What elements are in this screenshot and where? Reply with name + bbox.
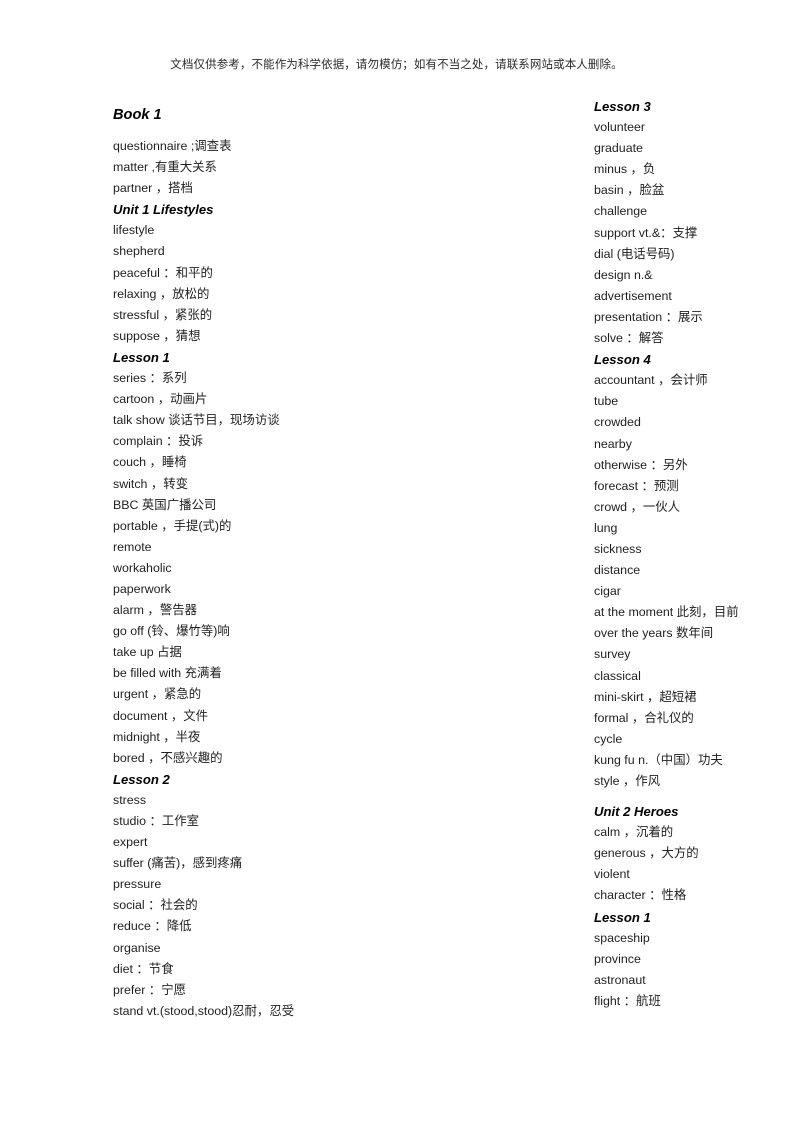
vocabulary-entry: midnight ，半夜 xyxy=(113,729,201,744)
vocabulary-entry: be filled with 充满着 xyxy=(113,666,222,681)
vocabulary-entry: stressful ，紧张的 xyxy=(113,307,213,322)
vocabulary-entry: urgent ，紧急的 xyxy=(113,687,202,702)
vocabulary-entry: relaxing ，放松的 xyxy=(113,286,210,301)
vocabulary-entry: sickness xyxy=(594,541,642,556)
section-heading: Unit 2 Heroes xyxy=(594,804,679,820)
vocabulary-entry: graduate xyxy=(594,141,643,156)
vocabulary-entry: cigar xyxy=(594,584,621,599)
vocabulary-entry: switch ，转变 xyxy=(113,476,189,491)
vocabulary-entry: nearby xyxy=(594,436,632,451)
vocabulary-entry: tube xyxy=(594,394,619,409)
vocabulary-entry: kung fu n.（中国）功夫 xyxy=(594,752,723,767)
vocabulary-entry: talk show 谈话节目，现场访谈 xyxy=(113,413,280,428)
vocabulary-entry: workaholic xyxy=(113,560,172,575)
left-column: Book 1 questionnaire ;调查表 matter ,有重大关系 par… xyxy=(0,104,298,1022)
vocabulary-entry: organise xyxy=(113,940,161,955)
vocabulary-entry: suppose ，猜想 xyxy=(113,328,201,343)
vocabulary-entry: expert xyxy=(113,835,148,850)
vocabulary-entry: partner ，搭档 xyxy=(113,181,193,196)
vocabulary-entry: cycle xyxy=(594,731,623,746)
vocabulary-entry: pressure xyxy=(113,877,162,892)
vocabulary-entry: reduce ：降低 xyxy=(113,919,192,934)
vocabulary-entry: lung xyxy=(594,520,618,535)
vocabulary-entry: at the moment 此刻，目前 xyxy=(594,605,739,620)
vocabulary-entry: volunteer xyxy=(594,120,645,135)
vocabulary-entry: remote xyxy=(113,539,152,554)
vocabulary-entry: diet ：节食 xyxy=(113,961,174,976)
vocabulary-entry: presentation ：展示 xyxy=(594,309,703,324)
vocabulary-entry: solve ：解答 xyxy=(594,331,664,346)
vocabulary-entry: go off (铃、爆竹等)响 xyxy=(113,624,230,639)
vocabulary-entry: questionnaire ;调查表 xyxy=(113,139,232,153)
vocabulary-entry: suffer (痛苦)，感到疼痛 xyxy=(113,856,243,871)
vocabulary-entry: classical xyxy=(594,668,641,683)
vocabulary-entry: design n.& xyxy=(594,267,653,282)
vocabulary-entry: peaceful ：和平的 xyxy=(113,265,213,280)
vocabulary-entry: forecast ：预测 xyxy=(594,478,679,493)
vocabulary-entry: spaceship xyxy=(594,930,650,945)
vocabulary-entry: crowded xyxy=(594,415,641,430)
vocabulary-entry: studio ：工作室 xyxy=(113,814,200,828)
vocabulary-entry: violent xyxy=(594,867,630,882)
book-title: Book 1 xyxy=(113,107,162,123)
vocabulary-entry: minus ，负 xyxy=(594,162,656,177)
vocabulary-columns: Book 1 questionnaire ;调查表 matter ,有重大关系 par… xyxy=(0,96,793,1022)
vocabulary-entry: take up 占据 xyxy=(113,645,182,660)
vocabulary-entry: stand vt.(stood,stood)忍耐，忍受 xyxy=(113,1003,295,1018)
section-heading: Lesson 1 xyxy=(113,349,170,365)
vocabulary-entry: couch ，睡椅 xyxy=(113,455,187,470)
vocabulary-entry: basin ，脸盆 xyxy=(594,183,665,198)
section-heading: Lesson 1 xyxy=(594,909,651,925)
vocabulary-entry: generous ，大方的 xyxy=(594,846,699,861)
vocabulary-entry: survey xyxy=(594,647,631,662)
vocabulary-entry: challenge xyxy=(594,204,648,219)
vocabulary-entry: document ，文件 xyxy=(113,708,209,723)
vocabulary-entry: matter ,有重大关系 xyxy=(113,160,217,175)
vocabulary-entry: dial (电话号码) xyxy=(594,246,675,261)
vocabulary-entry: astronaut xyxy=(594,972,646,987)
vocabulary-entry: flight ：航班 xyxy=(594,993,661,1008)
vocabulary-entry: style ，作风 xyxy=(594,774,661,788)
vocabulary-entry: mini-skirt ，超短裙 xyxy=(594,689,697,704)
vocabulary-entry: advertisement xyxy=(594,288,672,303)
vocabulary-entry: prefer ：宁愿 xyxy=(113,982,186,997)
vocabulary-entry: portable ，手提(式)的 xyxy=(113,518,232,533)
section-heading: Lesson 2 xyxy=(113,771,170,787)
vocabulary-entry: series ：系列 xyxy=(113,371,187,386)
section-heading: Lesson 4 xyxy=(594,352,651,368)
vocabulary-entry: lifestyle xyxy=(113,223,155,238)
vocabulary-entry: otherwise ：另外 xyxy=(594,457,688,472)
vocabulary-entry: bored ，不感兴趣的 xyxy=(113,750,223,765)
document-page: 文档仅供参考，不能作为科学依据，请勿模仿；如有不当之处，请联系网站或本人删除。 … xyxy=(0,0,793,1122)
vocabulary-entry: crowd ，一伙人 xyxy=(594,499,681,514)
disclaimer-notice: 文档仅供参考，不能作为科学依据，请勿模仿；如有不当之处，请联系网站或本人删除。 xyxy=(170,59,623,71)
vocabulary-entry: shepherd xyxy=(113,244,165,259)
vocabulary-entry: province xyxy=(594,951,641,966)
vocabulary-entry: calm ，沉着的 xyxy=(594,825,674,840)
vocabulary-entry: formal ，合礼仪的 xyxy=(594,710,694,725)
vocabulary-entry: complain ：投诉 xyxy=(113,434,204,449)
vocabulary-entry: cartoon ，动画片 xyxy=(113,392,208,407)
right-column: Lesson 3 volunteer graduate minus ，负 basin ，… xyxy=(298,96,739,1012)
vocabulary-entry: over the years 数年间 xyxy=(594,626,714,641)
vocabulary-entry: accountant ，会计师 xyxy=(594,373,708,388)
vocabulary-entry: alarm ，警告器 xyxy=(113,603,197,618)
section-heading: Lesson 3 xyxy=(594,99,651,114)
vocabulary-entry: social ：社会的 xyxy=(113,898,198,913)
section-heading: Unit 1 Lifestyles xyxy=(113,202,214,218)
vertical-spacer xyxy=(113,127,298,136)
vocabulary-entry: paperwork xyxy=(113,581,171,596)
vocabulary-entry: stress xyxy=(113,792,147,807)
vocabulary-entry: character ：性格 xyxy=(594,888,687,903)
vertical-spacer xyxy=(594,792,598,801)
vocabulary-entry: distance xyxy=(594,563,641,578)
vocabulary-entry: BBC 英国广播公司 xyxy=(113,497,217,512)
vocabulary-entry: support vt.&：支撑 xyxy=(594,225,698,240)
